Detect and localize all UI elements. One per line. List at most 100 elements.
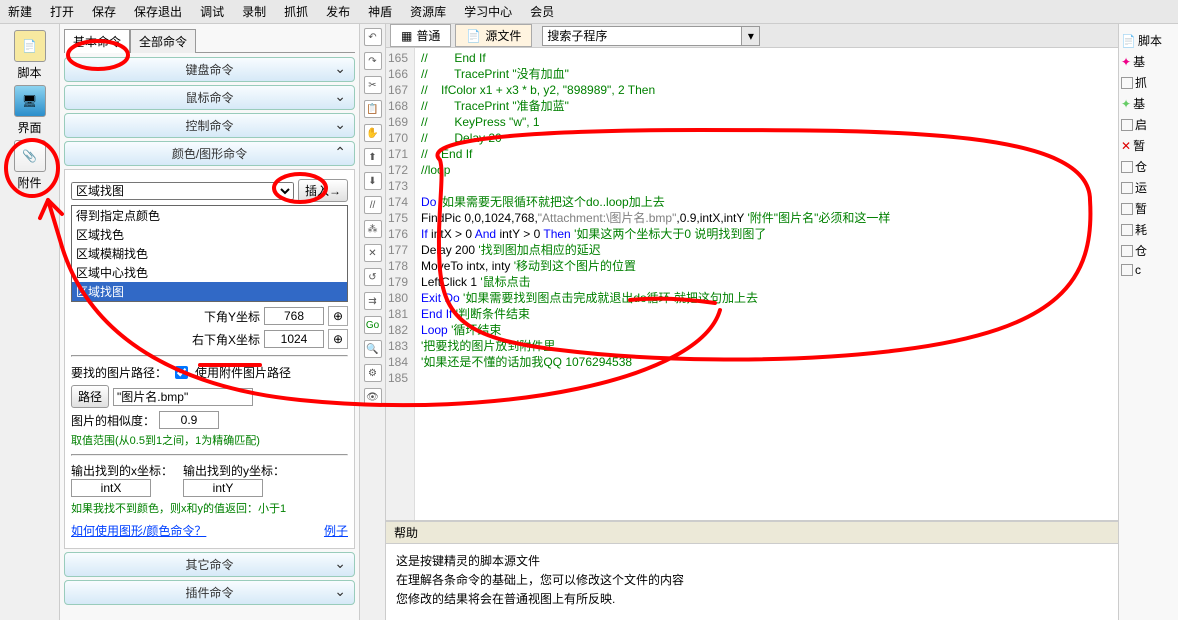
doc-icon: 📄 — [466, 29, 481, 43]
tool-icon-strip: ↶ ↷ ✂ 📋 ✋ ⬆ ⬇ // ⁂ ✕ ↺ ⇉ Go 🔍 ⚙ 👁 — [360, 24, 386, 620]
toolbar-item[interactable]: 打开 — [50, 3, 74, 20]
hdr-control[interactable]: 控制命令 — [64, 113, 355, 138]
dropdown-option[interactable]: 区域中心找色 — [72, 263, 347, 282]
toolbar-item[interactable]: 神盾 — [368, 3, 392, 20]
line-gutter: 1651661671681691701711721731741751761771… — [386, 48, 415, 520]
toolbar-item[interactable]: 录制 — [242, 3, 266, 20]
tool-icon[interactable]: ✕ — [364, 244, 382, 262]
insert-button[interactable]: 插入→ — [298, 179, 348, 202]
toolbar-item[interactable]: 调试 — [200, 3, 224, 20]
right-item[interactable]: ✕暂 — [1121, 137, 1176, 154]
path-button[interactable]: 路径 — [71, 385, 109, 408]
tool-icon[interactable]: ↶ — [364, 28, 382, 46]
rail-label: 脚本 — [7, 64, 53, 81]
dropdown-option[interactable]: 区域找色 — [72, 225, 347, 244]
grid-icon: ▦ — [401, 29, 412, 43]
rail-btn-script[interactable]: 📄 脚本 — [7, 30, 53, 81]
toolbar-item[interactable]: 会员 — [530, 3, 554, 20]
outy-label: 输出找到的y坐标： — [183, 462, 285, 479]
similarity-input[interactable] — [159, 411, 219, 429]
tab-basic-commands[interactable]: 基本命令 — [64, 29, 130, 53]
hdr-keyboard[interactable]: 键盘命令 — [64, 57, 355, 82]
right-item[interactable]: 抓 — [1121, 74, 1176, 91]
tool-icon[interactable]: ✋ — [364, 124, 382, 142]
picker-icon[interactable]: ⊕ — [328, 329, 348, 349]
tool-icon[interactable]: 🔍 — [364, 340, 382, 358]
use-attachment-label: 使用附件图片路径 — [195, 364, 291, 381]
dropdown-option[interactable]: 区域模糊找色 — [72, 244, 347, 263]
tool-icon[interactable]: 📋 — [364, 100, 382, 118]
right-item[interactable]: 耗 — [1121, 221, 1176, 238]
search-procedure-input[interactable] — [542, 26, 742, 46]
hdr-other[interactable]: 其它命令 — [64, 552, 355, 577]
help-header: 帮助 — [386, 522, 1118, 544]
use-attachment-checkbox[interactable] — [175, 366, 188, 379]
tool-icon[interactable]: ✂ — [364, 76, 382, 94]
attachment-icon: 📎 — [14, 140, 46, 172]
tool-icon[interactable]: ⚙ — [364, 364, 382, 382]
editor-area: ▦普通 📄源文件 ▾ 16516616716816917017117217317… — [386, 24, 1118, 620]
tool-icon[interactable]: ⇉ — [364, 292, 382, 310]
command-dropdown[interactable]: 得到指定点颜色 区域找色 区域模糊找色 区域中心找色 区域找图 — [71, 205, 348, 302]
hdr-color[interactable]: 颜色/图形命令 — [64, 141, 355, 166]
toolbar-item[interactable]: 学习中心 — [464, 3, 512, 20]
right-item[interactable]: 暂 — [1121, 200, 1176, 217]
tab-source-view[interactable]: 📄源文件 — [455, 24, 532, 47]
help-line: 这是按键精灵的脚本源文件 — [396, 552, 1108, 569]
coord-y-label: 下角Y坐标 — [204, 308, 260, 325]
rail-label: 界面 — [7, 119, 53, 136]
rail-btn-ui[interactable]: 🖥 界面 — [7, 85, 53, 136]
toolbar-item[interactable]: 保存退出 — [134, 3, 182, 20]
example-link[interactable]: 例子 — [324, 522, 348, 539]
outy-input[interactable] — [183, 479, 263, 497]
tool-icon[interactable]: ↷ — [364, 52, 382, 70]
dropdown-option[interactable]: 得到指定点颜色 — [72, 206, 347, 225]
tool-icon[interactable]: ⁂ — [364, 220, 382, 238]
right-item[interactable]: 启 — [1121, 116, 1176, 133]
toolbar-item[interactable]: 新建 — [8, 3, 32, 20]
top-toolbar: 新建 打开 保存 保存退出 调试 录制 抓抓 发布 神盾 资源库 学习中心 会员 — [0, 0, 1178, 24]
command-tab-strip: 基本命令 全部命令 — [64, 28, 355, 53]
search-dropdown-icon[interactable]: ▾ — [742, 26, 760, 46]
tool-icon[interactable]: ⬇ — [364, 172, 382, 190]
tool-icon[interactable]: 👁 — [364, 388, 382, 406]
ui-icon: 🖥 — [14, 85, 46, 117]
toolbar-item[interactable]: 抓抓 — [284, 3, 308, 20]
coord-y-input[interactable] — [264, 307, 324, 325]
code-lines[interactable]: // End If// TracePrint "没有加血"// IfColor … — [415, 48, 896, 520]
command-select[interactable]: 区域找图 — [71, 182, 294, 200]
path-input[interactable] — [113, 388, 253, 406]
help-link[interactable]: 如何使用图形/颜色命令？ — [71, 522, 206, 539]
code-editor[interactable]: 1651661671681691701711721731741751761771… — [386, 48, 1118, 520]
tool-icon[interactable]: // — [364, 196, 382, 214]
coord-x-label: 右下角X坐标 — [192, 331, 260, 348]
right-item[interactable]: ✦基 — [1121, 53, 1176, 70]
right-item[interactable]: 仓 — [1121, 158, 1176, 175]
color-panel-body: 区域找图 插入→ 得到指定点颜色 区域找色 区域模糊找色 区域中心找色 区域找图… — [64, 169, 355, 549]
toolbar-item[interactable]: 发布 — [326, 3, 350, 20]
toolbar-item[interactable]: 保存 — [92, 3, 116, 20]
tab-all-commands[interactable]: 全部命令 — [130, 29, 196, 53]
tool-icon[interactable]: Go — [364, 316, 382, 334]
right-item[interactable]: ✦基 — [1121, 95, 1176, 112]
picker-icon[interactable]: ⊕ — [328, 306, 348, 326]
right-item[interactable]: 运 — [1121, 179, 1176, 196]
right-item[interactable]: c — [1121, 263, 1176, 277]
outx-input[interactable] — [71, 479, 151, 497]
right-item[interactable]: 仓 — [1121, 242, 1176, 259]
hdr-mouse[interactable]: 鼠标命令 — [64, 85, 355, 110]
tool-icon[interactable]: ↺ — [364, 268, 382, 286]
right-rail: 📄脚本 ✦基 抓 ✦基 启 ✕暂 仓 运 暂 耗 仓 c — [1118, 24, 1178, 620]
command-panel: 基本命令 全部命令 键盘命令 鼠标命令 控制命令 颜色/图形命令 区域找图 插入… — [60, 24, 360, 620]
similarity-hint: 取值范围(从0.5到1之间，1为精确匹配) — [71, 432, 348, 448]
editor-tabs: ▦普通 📄源文件 ▾ — [386, 24, 1118, 48]
help-line: 在理解各条命令的基础上，您可以修改这个文件的内容 — [396, 571, 1108, 588]
rail-label: 附件 — [7, 174, 53, 191]
tab-normal-view[interactable]: ▦普通 — [390, 24, 451, 47]
rail-btn-attachment[interactable]: 📎 附件 — [7, 140, 53, 191]
dropdown-option-selected[interactable]: 区域找图 — [72, 282, 347, 301]
coord-x-input[interactable] — [264, 330, 324, 348]
tool-icon[interactable]: ⬆ — [364, 148, 382, 166]
toolbar-item[interactable]: 资源库 — [410, 3, 446, 20]
hdr-plugin[interactable]: 插件命令 — [64, 580, 355, 605]
